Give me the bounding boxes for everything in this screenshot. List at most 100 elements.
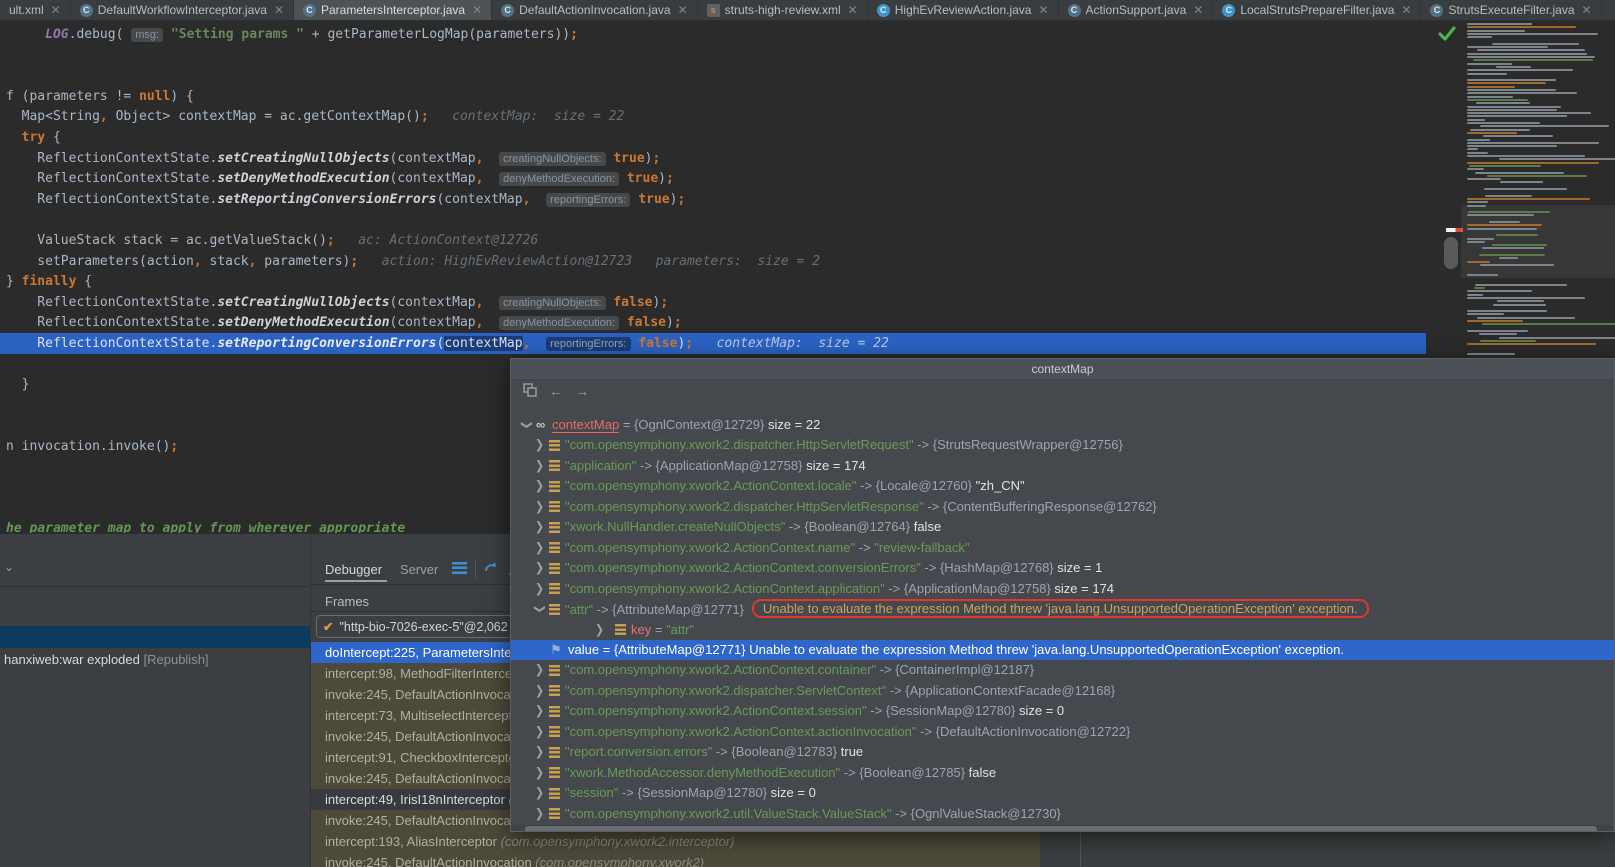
map-entry-icon: [615, 624, 626, 635]
editor-tab[interactable]: CStrutsExecuteFilter.java✕: [1421, 0, 1601, 20]
variable-row[interactable]: ❯"com.opensymphony.xwork2.ActionContext.…: [511, 558, 1615, 578]
minimap-line: [1467, 274, 1498, 276]
variable-row[interactable]: ❯"xwork.NullHandler.createNullObjects" -…: [511, 517, 1615, 537]
minimap-line: [1469, 165, 1541, 167]
editor-tab[interactable]: CParametersInterceptor.java✕: [294, 0, 492, 20]
minimap-line: [1484, 188, 1567, 190]
close-icon[interactable]: ✕: [1401, 3, 1411, 17]
ide-window: ult.xml✕CDefaultWorkflowInterceptor.java…: [0, 0, 1615, 867]
variable-row[interactable]: ❯∞contextMap = {OgnlContext@12729} size …: [511, 415, 1615, 435]
close-icon[interactable]: ✕: [274, 3, 284, 17]
variable-row[interactable]: ❯"session" -> {SessionMap@12780} size = …: [511, 783, 1615, 803]
variable-text: "com.opensymphony.xwork2.ActionContext.a…: [565, 579, 1114, 599]
map-entry-icon: [549, 747, 560, 758]
layout-menu-icon[interactable]: [452, 562, 467, 574]
popup-hscrollbar-thumb[interactable]: [525, 826, 1597, 832]
close-icon[interactable]: ✕: [1582, 3, 1592, 17]
minimap-line: [1475, 284, 1567, 286]
minimap-line: [1467, 313, 1504, 315]
minimap-line: [1477, 317, 1575, 319]
minimap-line: [1489, 221, 1520, 223]
restore-layout-icon[interactable]: [483, 560, 499, 579]
code-line: ReflectionContextState.setCreatingNullOb…: [6, 148, 660, 169]
variable-text: "com.opensymphony.xwork2.ActionContext.s…: [565, 701, 1064, 721]
tab-server[interactable]: Server: [400, 560, 438, 580]
minimap-line: [1467, 178, 1501, 180]
editor-tab[interactable]: sstruts-high-review.xml✕: [698, 0, 868, 20]
code-line: n invocation.invoke();: [6, 436, 178, 457]
variable-row[interactable]: ⚑value = {AttributeMap@12771} Unable to …: [511, 640, 1615, 660]
frame-row[interactable]: invoke:245, DefaultActionInvocation (com…: [311, 852, 1040, 867]
variable-row[interactable]: ❯"report.conversion.errors" -> {Boolean@…: [511, 742, 1615, 762]
flag-icon: ⚑: [550, 640, 562, 660]
chevron-down-icon[interactable]: ⌄: [4, 560, 14, 574]
services-selected-row[interactable]: [0, 626, 310, 648]
variable-row[interactable]: ❯key = "attr": [511, 620, 1615, 640]
variable-row[interactable]: ❯"com.opensymphony.xwork2.dispatcher.Ser…: [511, 681, 1615, 701]
variable-row[interactable]: ❯"attr" -> {AttributeMap@12771}Unable to…: [511, 599, 1615, 619]
minimap-line: [1467, 238, 1494, 240]
minimap-line: [1480, 340, 1537, 342]
map-entry-icon: [549, 563, 560, 574]
minimap-line: [1467, 294, 1483, 296]
minimap-line: [1485, 195, 1533, 197]
chevron-collapsed-icon[interactable]: ❯: [535, 475, 544, 498]
deployment-node[interactable]: hanxiweb:war exploded [Republish]: [4, 650, 209, 670]
minimap-line: [1475, 172, 1564, 174]
variable-row[interactable]: ❯ "com.opensymphony.xwork2.ActionContext.…: [511, 579, 1615, 599]
minimap-line: [1499, 257, 1518, 259]
close-icon[interactable]: ✕: [472, 3, 482, 17]
close-icon[interactable]: ✕: [1038, 3, 1048, 17]
chevron-collapsed-icon[interactable]: ❯: [535, 659, 544, 682]
chevron-collapsed-icon[interactable]: ❯: [535, 516, 544, 539]
chevron-collapsed-icon[interactable]: ❯: [535, 557, 544, 580]
code-line: ValueStack stack = ac.getValueStack(); a…: [6, 230, 538, 251]
variable-row[interactable]: ❯"com.opensymphony.xwork2.ActionContext.…: [511, 476, 1615, 496]
editor-tab[interactable]: ult.xml✕: [0, 0, 71, 20]
close-icon[interactable]: ✕: [678, 3, 688, 17]
close-icon[interactable]: ✕: [51, 3, 61, 17]
editor-scrollbar-thumb[interactable]: [1444, 237, 1458, 269]
variable-row[interactable]: ❯"xwork.MethodAccessor.denyMethodExecuti…: [511, 763, 1615, 783]
close-icon[interactable]: ✕: [848, 3, 858, 17]
chevron-collapsed-icon[interactable]: ❯: [535, 802, 544, 825]
chevron-collapsed-icon[interactable]: ❯: [535, 434, 544, 457]
inspection-ok-check-icon: [1438, 26, 1456, 47]
chevron-collapsed-icon[interactable]: ❯: [535, 700, 544, 723]
variable-row[interactable]: ❯"com.opensymphony.xwork2.ActionContext.…: [511, 660, 1615, 680]
variable-row[interactable]: ❯"com.opensymphony.xwork2.ActionContext.…: [511, 722, 1615, 742]
popup-hscrollbar[interactable]: [511, 825, 1615, 832]
map-entry-icon: [549, 706, 560, 717]
variable-row[interactable]: ❯"application" -> {ApplicationMap@12758}…: [511, 456, 1615, 476]
minimap-line: [1467, 122, 1540, 124]
thread-ok-check-icon: ✔: [323, 619, 333, 634]
frame-row[interactable]: intercept:193, AliasInterceptor (com.ope…: [311, 831, 1040, 852]
tab-label: ParametersInterceptor.java: [321, 3, 465, 17]
variable-row[interactable]: ❯"com.opensymphony.xwork2.dispatcher.Htt…: [511, 435, 1615, 455]
chevron-collapsed-icon[interactable]: ❯: [535, 782, 544, 805]
chevron-collapsed-icon[interactable]: ❯: [595, 618, 604, 641]
variable-row[interactable]: ❯"com.opensymphony.xwork2.util.ValueStac…: [511, 804, 1615, 824]
editor-tab[interactable]: CDefaultActionInvocation.java✕: [492, 0, 698, 20]
chevron-collapsed-icon[interactable]: ❯: [535, 577, 544, 600]
variable-row[interactable]: ❯"com.opensymphony.xwork2.ActionContext.…: [511, 538, 1615, 558]
chevron-expanded-icon[interactable]: ❯: [517, 420, 537, 429]
tab-debugger[interactable]: Debugger: [325, 560, 382, 580]
chevron-collapsed-icon[interactable]: ❯: [535, 741, 544, 764]
editor-tab[interactable]: CActionSupport.java✕: [1059, 0, 1214, 20]
editor-tab[interactable]: CHighEvReviewAction.java✕: [868, 0, 1059, 20]
minimap-line: [1467, 69, 1573, 71]
minimap-line: [1492, 244, 1547, 246]
minimap-line: [1467, 132, 1517, 134]
variable-row[interactable]: ❯"com.opensymphony.xwork2.dispatcher.Htt…: [511, 497, 1615, 517]
minimap-line: [1467, 46, 1548, 48]
close-icon[interactable]: ✕: [1193, 3, 1203, 17]
editor-tab[interactable]: CDefaultWorkflowInterceptor.java✕: [71, 0, 294, 20]
minimap-line: [1480, 264, 1555, 266]
variable-row[interactable]: ❯ "com.opensymphony.xwork2.ActionContext.…: [511, 701, 1615, 721]
xml-file-icon: s: [707, 4, 720, 17]
chevron-expanded-icon[interactable]: ❯: [530, 604, 550, 613]
map-entry-icon: [549, 583, 560, 594]
code-line: ReflectionContextState.setReportingConve…: [6, 333, 889, 354]
editor-tab[interactable]: CLocalStrutsPrepareFilter.java✕: [1213, 0, 1421, 20]
